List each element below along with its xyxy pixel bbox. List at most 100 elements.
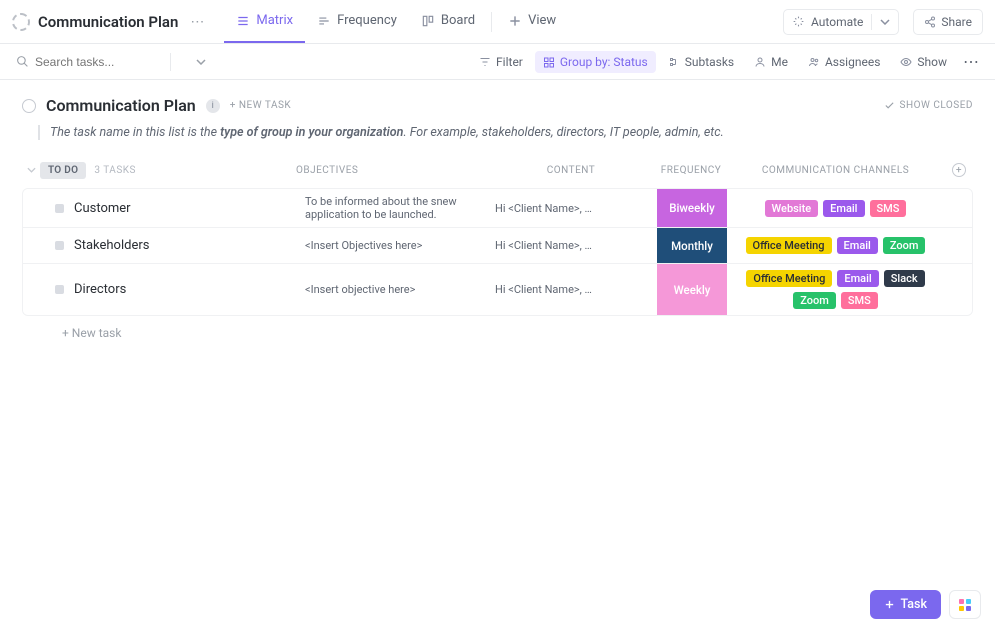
view-view-icon <box>508 14 522 28</box>
group-header: TO DO 3 TASKS OBJECTIVES CONTENT FREQUEN… <box>22 158 973 182</box>
tab-label: Matrix <box>256 13 293 28</box>
table-row[interactable]: Stakeholders <Insert Objectives here>Hi <… <box>23 228 972 264</box>
share-button[interactable]: Share <box>913 9 983 35</box>
column-objectives[interactable]: OBJECTIVES <box>296 165 486 176</box>
page-options-icon[interactable]: ⋯ <box>186 14 208 30</box>
search-input[interactable] <box>35 55 190 69</box>
new-task-link[interactable]: + NEW TASK <box>230 100 291 111</box>
chevron-down-icon[interactable] <box>196 59 206 65</box>
add-column-button[interactable]: + <box>952 163 966 177</box>
status-square-icon[interactable] <box>55 285 64 294</box>
objectives-cell[interactable]: To be informed about the snew applicatio… <box>297 189 487 227</box>
plus-icon <box>884 599 895 610</box>
create-task-button[interactable]: Task <box>870 590 942 619</box>
list-title: Communication Plan <box>46 96 196 115</box>
channel-tag[interactable]: Email <box>837 270 878 287</box>
eye-icon <box>900 56 912 68</box>
chevron-down-icon <box>880 19 890 25</box>
objectives-cell[interactable]: <Insert Objectives here> <box>297 228 487 263</box>
channels-cell[interactable]: WebsiteEmail SMS <box>727 189 944 227</box>
filter-button[interactable]: Filter <box>471 51 531 73</box>
automate-button-group: Automate <box>783 9 899 35</box>
frequency-cell[interactable]: Weekly <box>657 264 727 315</box>
objectives-cell[interactable]: <Insert objective here> <box>297 264 487 315</box>
tab-label: Frequency <box>337 13 397 28</box>
tab-label: Board <box>441 13 475 28</box>
channel-tag[interactable]: Zoom <box>793 292 836 309</box>
sparkle-icon <box>792 15 805 28</box>
subtasks-button[interactable]: Subtasks <box>660 51 742 73</box>
automate-dropdown[interactable] <box>871 14 898 30</box>
view-tabs: Matrix Frequency Board View <box>224 0 568 43</box>
task-count: 3 TASKS <box>94 165 136 176</box>
list-header: Communication Plan i + NEW TASK SHOW CLO… <box>0 80 995 125</box>
channel-tag[interactable]: Zoom <box>883 237 926 254</box>
tab-frequency[interactable]: Frequency <box>305 0 409 43</box>
task-name-cell[interactable]: Customer <box>41 189 297 227</box>
task-name: Directors <box>74 282 126 297</box>
filter-icon <box>479 56 491 68</box>
task-name-cell[interactable]: Directors <box>41 264 297 315</box>
tab-board[interactable]: Board <box>409 0 487 43</box>
chevron-down-icon[interactable] <box>27 167 36 173</box>
task-name: Customer <box>74 201 131 216</box>
people-icon <box>808 56 820 68</box>
group-section: TO DO 3 TASKS OBJECTIVES CONTENT FREQUEN… <box>0 158 995 340</box>
tab-matrix[interactable]: Matrix <box>224 0 305 43</box>
channel-tag[interactable]: Email <box>823 200 864 217</box>
toolbar-more-icon[interactable]: ⋯ <box>959 52 983 71</box>
check-icon <box>884 100 895 111</box>
show-button[interactable]: Show <box>892 51 955 73</box>
channel-tag[interactable]: Email <box>837 237 878 254</box>
info-icon[interactable]: i <box>206 99 220 113</box>
frequency-view-icon <box>317 14 331 28</box>
show-closed-toggle[interactable]: SHOW CLOSED <box>884 100 973 111</box>
channel-tag[interactable]: SMS <box>870 200 907 217</box>
page-icon <box>12 13 30 31</box>
status-square-icon[interactable] <box>55 204 64 213</box>
search-icon <box>16 55 29 68</box>
channels-cell[interactable]: Office Meeting Email Slack Zoom SMS <box>727 264 944 315</box>
tab-label: View <box>528 13 556 28</box>
content-cell[interactable]: Hi <Client Name>, … <box>487 228 657 263</box>
channel-tag[interactable]: Website <box>765 200 819 217</box>
person-icon <box>754 56 766 68</box>
status-pill[interactable]: TO DO <box>40 162 86 179</box>
new-task-row[interactable]: + New task <box>22 316 973 340</box>
table-row[interactable]: Customer To be informed about the snew ap… <box>23 189 972 228</box>
group-by-button[interactable]: Group by: Status <box>535 51 656 73</box>
channel-tag[interactable]: Office Meeting <box>746 237 832 254</box>
status-square-icon[interactable] <box>55 241 64 250</box>
subtasks-icon <box>668 56 680 68</box>
toolbar: Filter Group by: Status Subtasks Me Assi… <box>0 44 995 80</box>
task-name: Stakeholders <box>74 238 149 253</box>
table-row[interactable]: Directors <Insert objective here>Hi <Clie… <box>23 264 972 315</box>
channel-tag[interactable]: Slack <box>884 270 925 287</box>
automate-button[interactable]: Automate <box>784 10 871 34</box>
channels-cell[interactable]: Office Meeting Email Zoom <box>727 228 944 263</box>
column-frequency[interactable]: FREQUENCY <box>656 165 726 176</box>
channel-tag[interactable]: Office Meeting <box>746 270 832 287</box>
apps-icon <box>959 599 971 611</box>
list-status-icon[interactable] <box>22 99 36 113</box>
apps-button[interactable] <box>949 590 981 619</box>
frequency-cell[interactable]: Biweekly <box>657 189 727 227</box>
share-icon <box>924 16 936 28</box>
column-content[interactable]: CONTENT <box>486 165 656 176</box>
top-bar: Communication Plan ⋯ MatrixFrequencyBoar… <box>0 0 995 44</box>
me-button[interactable]: Me <box>746 51 796 73</box>
tab-view[interactable]: View <box>496 0 568 43</box>
group-icon <box>543 56 555 68</box>
task-name-cell[interactable]: Stakeholders <box>41 228 297 263</box>
list-description[interactable]: The task name in this list is the type o… <box>38 125 973 140</box>
content-cell[interactable]: Hi <Client Name>, … <box>487 189 657 227</box>
board-view-icon <box>421 14 435 28</box>
matrix-view-icon <box>236 14 250 28</box>
channel-tag[interactable]: SMS <box>841 292 878 309</box>
frequency-cell[interactable]: Monthly <box>657 228 727 263</box>
assignees-button[interactable]: Assignees <box>800 51 888 73</box>
column-channels[interactable]: COMMUNICATION CHANNELS <box>726 165 945 176</box>
search-wrap <box>12 55 162 69</box>
task-rows: Customer To be informed about the snew ap… <box>22 188 973 316</box>
content-cell[interactable]: Hi <Client Name>, … <box>487 264 657 315</box>
